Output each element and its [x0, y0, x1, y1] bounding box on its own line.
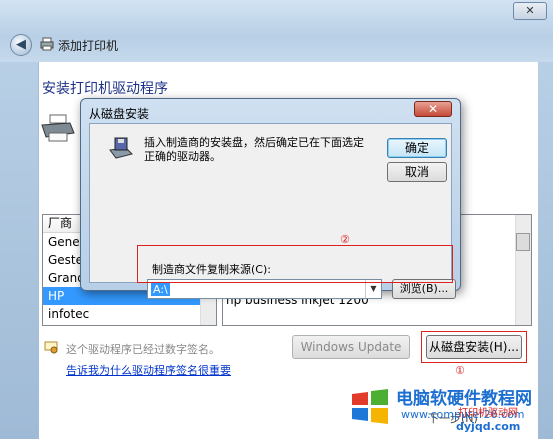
annotation-marker: ①: [455, 364, 465, 377]
breadcrumb: 添加打印机: [58, 39, 119, 53]
cancel-button[interactable]: 取消: [387, 162, 447, 182]
dialog-message: 插入制造商的安装盘，然后确定已在下面选定正确的驱动器。: [144, 136, 364, 163]
watermark-subtitle: 打印机驱动网: [458, 408, 518, 419]
highlight-box: [421, 331, 527, 363]
page-title: 安装打印机驱动程序: [42, 81, 168, 97]
signature-help-link[interactable]: 告诉我为什么驱动程序签名很重要: [66, 362, 231, 378]
disk-drive-icon: [109, 137, 133, 159]
highlight-box: [137, 245, 453, 283]
list-item[interactable]: infotec: [43, 305, 216, 323]
windows-logo-icon: [352, 389, 388, 424]
windows-update-button[interactable]: Windows Update: [292, 335, 410, 359]
printer-icon: [40, 37, 54, 51]
path-value[interactable]: A:\: [151, 283, 170, 296]
vertical-scrollbar[interactable]: [515, 215, 531, 325]
back-button[interactable]: ◀: [10, 34, 32, 56]
printer-large-icon: [41, 114, 75, 142]
ok-button[interactable]: 确定: [387, 138, 447, 158]
signature-status: 这个驱动程序已经过数字签名。: [66, 343, 220, 356]
dialog-title: 从磁盘安装: [89, 107, 150, 121]
scrollbar-thumb[interactable]: [516, 233, 530, 251]
certificate-icon: [44, 341, 58, 354]
watermark-url-secondary: dyjqd.com: [456, 420, 521, 433]
dialog-close-button[interactable]: ✕: [414, 101, 452, 117]
annotation-marker: ②: [340, 233, 350, 246]
window-close-button[interactable]: ✕: [513, 2, 547, 20]
